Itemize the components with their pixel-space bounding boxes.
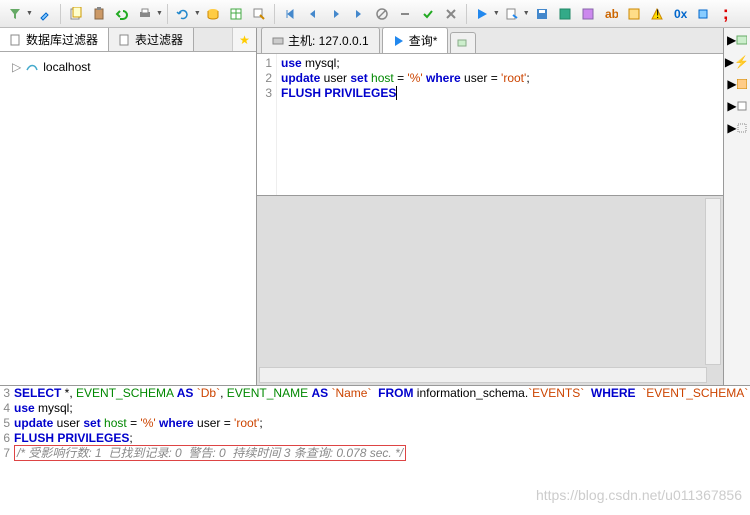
log-panel[interactable]: 3SELECT *, EVENT_SCHEMA AS `Db`, EVENT_N… — [0, 385, 750, 515]
semicolon-icon[interactable]: ; — [715, 3, 737, 25]
table-edit-icon[interactable] — [248, 3, 270, 25]
remove-icon[interactable] — [394, 3, 416, 25]
favorites-button[interactable]: ★ — [232, 28, 256, 51]
save-icon[interactable] — [531, 3, 553, 25]
connection-tree[interactable]: ▷ localhost — [0, 52, 256, 385]
last-icon[interactable] — [348, 3, 370, 25]
cancel-icon[interactable] — [371, 3, 393, 25]
table-icon[interactable] — [225, 3, 247, 25]
filter-icon[interactable] — [4, 3, 26, 25]
expand-icon[interactable]: ▷ — [12, 60, 21, 74]
tab-label: 数据库过滤器 — [26, 31, 98, 48]
line-gutter: 123 — [257, 54, 277, 195]
prev-icon[interactable] — [302, 3, 324, 25]
code-content[interactable]: use mysql;update user set host = '%' whe… — [277, 54, 534, 195]
host-icon — [272, 35, 284, 47]
dropdown-icon[interactable]: ▼ — [194, 10, 201, 17]
svg-text:ab: ab — [605, 7, 618, 21]
undo-icon[interactable] — [111, 3, 133, 25]
watermark: https://blog.csdn.net/u011367856 — [536, 487, 742, 503]
svg-text:0x: 0x — [674, 7, 687, 21]
left-panel: 数据库过滤器 表过滤器 ★ ▷ localhost — [0, 28, 257, 385]
config-icon[interactable] — [692, 3, 714, 25]
eyedropper-icon[interactable] — [34, 3, 56, 25]
side-toolbar: ▶ ▶⚡ ▶ ▶ ▶ — [724, 28, 750, 385]
editor-tabs: 主机: 127.0.0.1 查询* — [257, 28, 723, 54]
query-tab[interactable]: 查询* — [382, 27, 449, 53]
tab-label: 查询* — [409, 32, 438, 49]
right-panel: 主机: 127.0.0.1 查询* 123 use mysql;update u… — [257, 28, 750, 385]
side-copy-icon[interactable]: ▶ — [727, 98, 747, 114]
dropdown-icon[interactable]: ▼ — [523, 10, 530, 17]
import-icon[interactable] — [577, 3, 599, 25]
db-icon[interactable] — [202, 3, 224, 25]
add-tab-icon — [457, 37, 469, 49]
close-icon[interactable] — [440, 3, 462, 25]
dropdown-icon[interactable]: ▼ — [156, 10, 163, 17]
next-icon[interactable] — [325, 3, 347, 25]
play-icon — [393, 35, 405, 47]
dropdown-icon[interactable]: ▼ — [26, 10, 33, 17]
vertical-scrollbar[interactable] — [705, 198, 721, 365]
side-delete-icon[interactable]: ▶ — [727, 120, 747, 136]
tab-label: 表过滤器 — [135, 31, 183, 48]
copy-icon[interactable] — [65, 3, 87, 25]
result-grid[interactable] — [257, 195, 723, 385]
table-filter-tab[interactable]: 表过滤器 — [109, 28, 194, 51]
side-flash-icon[interactable]: ▶⚡ — [727, 54, 747, 70]
host-tab[interactable]: 主机: 127.0.0.1 — [261, 27, 380, 53]
horizontal-scrollbar[interactable] — [259, 367, 707, 383]
paste-icon[interactable] — [88, 3, 110, 25]
hex-icon[interactable]: 0x — [669, 3, 691, 25]
tab-label: 主机: 127.0.0.1 — [288, 32, 369, 49]
left-tabs: 数据库过滤器 表过滤器 ★ — [0, 28, 256, 52]
run-icon[interactable] — [471, 3, 493, 25]
new-tab-button[interactable] — [450, 32, 476, 53]
commit-icon[interactable] — [417, 3, 439, 25]
db-filter-tab[interactable]: 数据库过滤器 — [0, 28, 109, 51]
export-icon[interactable] — [554, 3, 576, 25]
editor-area: 主机: 127.0.0.1 查询* 123 use mysql;update u… — [257, 28, 724, 385]
main-toolbar: ▼ ▼ ▼ ▼ ▼ ab ! 0x ; — [0, 0, 750, 28]
doc-icon — [119, 34, 131, 46]
sql-editor[interactable]: 123 use mysql;update user set host = '%'… — [257, 54, 723, 195]
run-script-icon[interactable] — [501, 3, 523, 25]
svg-text:!: ! — [656, 7, 659, 21]
host-label: localhost — [43, 60, 90, 74]
snippets-icon[interactable] — [623, 3, 645, 25]
dolphin-icon — [25, 60, 39, 74]
doc-icon — [10, 34, 22, 46]
main-area: 数据库过滤器 表过滤器 ★ ▷ localhost 主机: 127.0.0.1 — [0, 28, 750, 385]
first-icon[interactable] — [279, 3, 301, 25]
rename-icon[interactable]: ab — [600, 3, 622, 25]
side-tab-icon[interactable]: ▶ — [727, 32, 747, 48]
dropdown-icon[interactable]: ▼ — [493, 10, 500, 17]
warning-icon[interactable]: ! — [646, 3, 668, 25]
print-icon[interactable] — [134, 3, 156, 25]
tree-root-item[interactable]: ▷ localhost — [8, 58, 248, 76]
side-save-icon[interactable]: ▶ — [727, 76, 747, 92]
refresh-icon[interactable] — [172, 3, 194, 25]
